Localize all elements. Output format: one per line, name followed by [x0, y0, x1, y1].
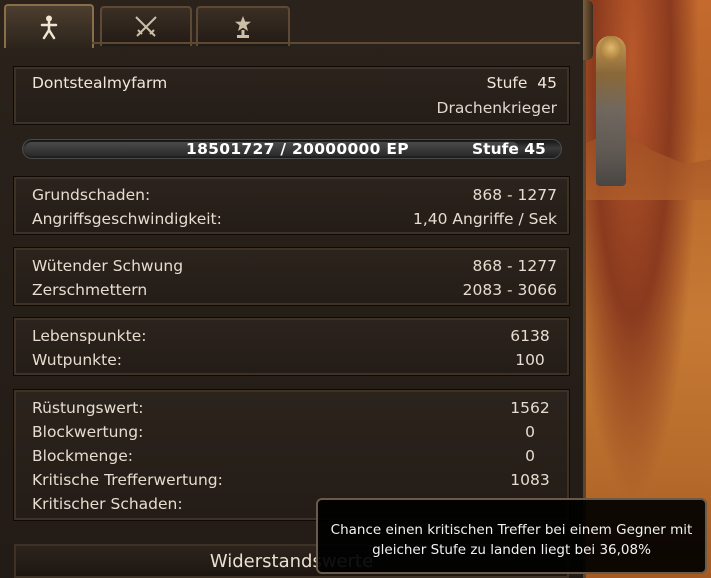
character-name: Dontstealmyfarm	[32, 74, 168, 92]
crit-chance-tooltip: Chance einen kritischen Treffer bei eine…	[316, 498, 707, 574]
stat-value: 0	[525, 447, 535, 465]
character-header: Dontstealmyfarm Stufe 45 Drachenkrieger	[13, 66, 570, 125]
level-value: 45	[537, 74, 557, 92]
crit-rating-row[interactable]: Kritische Trefferwertung: 1083	[32, 468, 557, 492]
base-damage-row[interactable]: Grundschaden: 868 - 1277	[32, 183, 557, 207]
stat-value: 1562	[510, 399, 550, 417]
character-level: Stufe 45	[487, 74, 557, 92]
stat-label: Angriffsgeschwindigkeit:	[32, 210, 222, 228]
tab-character[interactable]	[4, 4, 94, 48]
character-panel: Dontstealmyfarm Stufe 45 Drachenkrieger …	[0, 0, 593, 578]
stat-label: Kritischer Schaden:	[32, 495, 183, 513]
resources-section: Lebenspunkte: 6138 Wutpunkte: 100	[13, 317, 570, 376]
trophy-star-icon	[235, 16, 251, 38]
stat-value: 0	[525, 423, 535, 441]
skill-row[interactable]: Wütender Schwung 868 - 1277	[32, 254, 557, 278]
attack-speed-row[interactable]: Angriffsgeschwindigkeit: 1,40 Angriffe /…	[32, 207, 557, 231]
stat-value: 2083 - 3066	[462, 281, 557, 299]
tab-divider	[92, 42, 580, 44]
tab-achievements[interactable]	[196, 6, 290, 46]
stat-label: Blockmenge:	[32, 447, 133, 465]
skill-damage-section: Wütender Schwung 868 - 1277 Zerschmetter…	[13, 247, 570, 306]
stat-value: 1083	[510, 471, 550, 489]
experience-text: 18501727 / 20000000 EP	[186, 140, 409, 158]
stat-label: Zerschmettern	[32, 281, 148, 299]
stat-value: 100	[515, 351, 545, 369]
stat-label: Wütender Schwung	[32, 257, 184, 275]
armor-row[interactable]: Rüstungswert: 1562	[32, 396, 557, 420]
person-icon	[40, 15, 58, 40]
level-label: Stufe	[486, 74, 528, 92]
block-amount-row[interactable]: Blockmenge: 0	[32, 444, 557, 468]
stat-label: Wutpunkte:	[32, 351, 122, 369]
tab-combat[interactable]	[100, 6, 192, 46]
stat-value: 868 - 1277	[472, 186, 557, 204]
crossed-swords-icon	[135, 16, 157, 37]
stat-label: Grundschaden:	[32, 186, 151, 204]
experience-level: Stufe 45	[472, 140, 546, 158]
rage-row[interactable]: Wutpunkte: 100	[32, 348, 557, 372]
character-class: Drachenkrieger	[436, 99, 557, 117]
stat-value: 868 - 1277	[472, 257, 557, 275]
block-rating-row[interactable]: Blockwertung: 0	[32, 420, 557, 444]
stat-label: Rüstungswert:	[32, 399, 144, 417]
stat-value: 1,40 Angriffe / Sek	[412, 210, 557, 228]
stat-label: Kritische Trefferwertung:	[32, 471, 223, 489]
health-row[interactable]: Lebenspunkte: 6138	[32, 324, 557, 348]
damage-section: Grundschaden: 868 - 1277 Angriffsgeschwi…	[13, 176, 570, 235]
stat-label: Blockwertung:	[32, 423, 144, 441]
stat-value: 6138	[510, 327, 550, 345]
statue-figure	[596, 36, 626, 186]
stat-label: Lebenspunkte:	[32, 327, 147, 345]
skill-row[interactable]: Zerschmettern 2083 - 3066	[32, 278, 557, 302]
